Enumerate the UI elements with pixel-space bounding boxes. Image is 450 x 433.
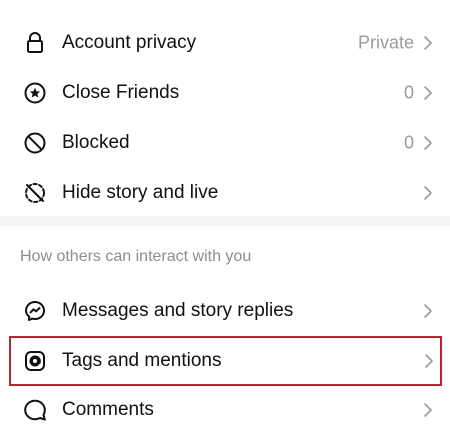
messenger-icon bbox=[23, 299, 47, 323]
chevron-right-icon bbox=[422, 35, 434, 51]
comments-label: Comments bbox=[62, 398, 154, 420]
chevron-right-icon bbox=[422, 85, 434, 101]
blocked-icon bbox=[23, 131, 47, 155]
tags-mentions-row[interactable]: Tags and mentions bbox=[9, 336, 442, 386]
blocked-row[interactable]: Blocked 0 bbox=[0, 118, 450, 168]
messages-replies-label: Messages and story replies bbox=[62, 300, 294, 321]
chevron-right-icon bbox=[422, 135, 434, 151]
hide-story-label: Hide story and live bbox=[62, 182, 219, 203]
account-privacy-row[interactable]: Account privacy Private bbox=[0, 18, 450, 68]
star-circle-icon bbox=[23, 81, 47, 105]
hide-story-icon bbox=[23, 181, 47, 205]
blocked-count: 0 bbox=[403, 132, 414, 153]
hide-story-row[interactable]: Hide story and live bbox=[0, 168, 450, 218]
messages-replies-row[interactable]: Messages and story replies bbox=[0, 286, 450, 336]
section-separator bbox=[0, 216, 450, 226]
chevron-right-icon bbox=[422, 185, 434, 201]
chevron-right-icon bbox=[423, 353, 435, 369]
section-header-interactions: How others can interact with you bbox=[20, 248, 252, 265]
chevron-right-icon bbox=[422, 303, 434, 319]
blocked-label: Blocked bbox=[62, 132, 130, 153]
comments-row[interactable]: Comments bbox=[0, 386, 450, 433]
tags-mentions-label: Tags and mentions bbox=[62, 350, 222, 371]
chevron-right-icon bbox=[422, 402, 434, 418]
account-privacy-label: Account privacy bbox=[62, 32, 197, 53]
comment-icon bbox=[23, 398, 47, 422]
close-friends-row[interactable]: Close Friends 0 bbox=[0, 68, 450, 118]
at-sign-icon bbox=[23, 349, 47, 373]
close-friends-label: Close Friends bbox=[62, 82, 180, 103]
close-friends-count: 0 bbox=[403, 82, 414, 103]
account-privacy-value: Private bbox=[357, 32, 414, 53]
lock-icon bbox=[23, 31, 47, 55]
settings-list: Account privacy Private Close Friends 0 bbox=[0, 0, 450, 433]
